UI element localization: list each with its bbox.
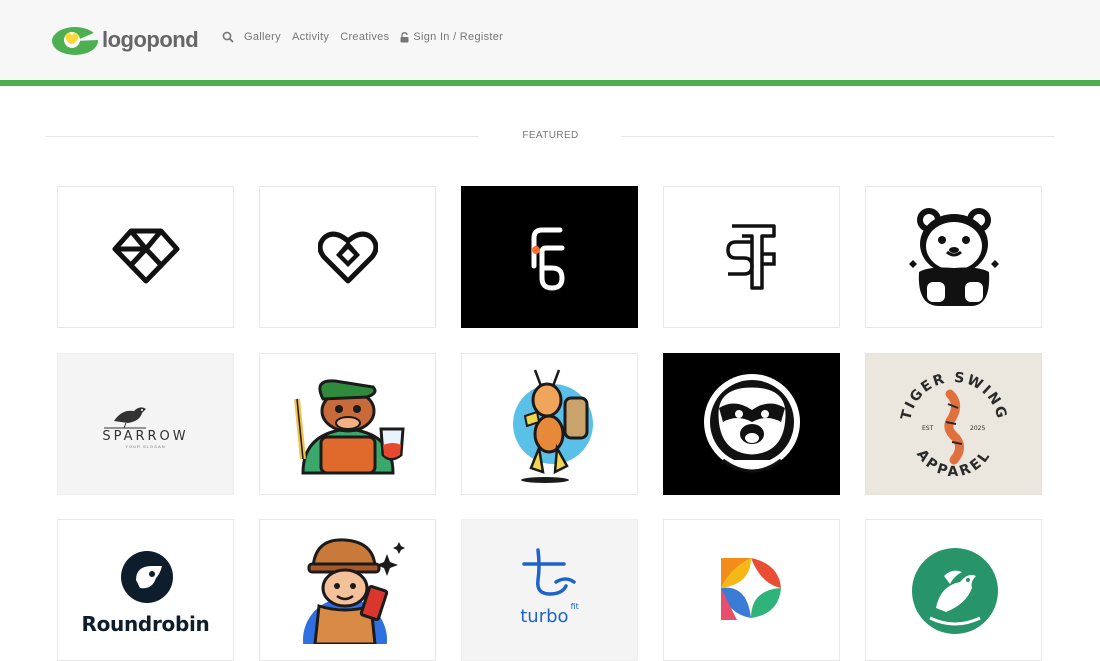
logo-card-heart-knot[interactable] [259, 186, 436, 328]
painter-boy-mascot-logo [303, 538, 405, 644]
brand-name: logopond [102, 27, 199, 52]
colorful-petal-d-logo [721, 558, 781, 620]
lock-icon [400, 31, 409, 43]
logo-card-painter-dog[interactable] [259, 353, 436, 495]
logo-card-f-mark[interactable] [461, 186, 638, 328]
logo-card-raccoon[interactable] [663, 353, 840, 495]
heart-knot-logo [317, 231, 378, 284]
sparrow-slogan: YOUR SLOGAN [125, 444, 166, 449]
header-accent-bar [0, 80, 1100, 86]
signin-label: Sign In / Register [413, 31, 504, 43]
sf-monogram-logo [725, 224, 776, 290]
letter-f-mark-logo [531, 227, 565, 291]
nav-gallery[interactable]: Gallery [244, 31, 281, 43]
turbofit-name: turbo [520, 606, 569, 627]
roundrobin-wordmark: Roundrobin [81, 612, 210, 636]
sparrow-logo: SPARROW YOUR SLOGAN [102, 399, 188, 449]
featured-label: FEATURED [522, 130, 579, 141]
main-nav: Gallery Activity Creatives Sign In / Reg… [222, 31, 503, 43]
logo-card-geometric-heart[interactable] [57, 186, 234, 328]
logopond-logo[interactable]: logopond [50, 22, 199, 58]
green-bird-emblem-logo [912, 548, 998, 634]
logo-card-tiger-mascot[interactable] [865, 186, 1042, 328]
logo-card-tiger-swing[interactable]: TIGER SWING APPAREL EST 2025 [865, 353, 1042, 495]
logo-card-sparrow[interactable]: SPARROW YOUR SLOGAN [57, 353, 234, 495]
ant-mascot-logo [512, 369, 593, 483]
turbofit-superscript: fit [570, 602, 579, 611]
painter-dog-mascot-logo [293, 379, 405, 475]
lily-pad-icon [52, 27, 98, 55]
featured-section-heading: FEATURED [46, 128, 1055, 146]
tiger-swing-year: 2025 [970, 425, 985, 432]
logo-card-sf-monogram[interactable] [663, 186, 840, 328]
tiger-mascot-logo [908, 208, 999, 306]
sparrow-bird-icon [104, 407, 147, 429]
nav-activity[interactable]: Activity [292, 31, 329, 43]
tiger-swing-est: EST [922, 425, 934, 432]
logo-card-ant-mascot[interactable] [461, 353, 638, 495]
nav-creatives[interactable]: Creatives [340, 31, 389, 43]
turbofit-symbol-icon [522, 548, 576, 596]
geometric-diamond-logo [112, 228, 179, 284]
signin-register-link[interactable]: Sign In / Register [400, 31, 503, 43]
sparrow-wordmark: SPARROW [102, 429, 189, 444]
turbofit-wordmark: turbo fit [462, 602, 637, 627]
tiger-swing-apparel-logo: TIGER SWING APPAREL EST 2025 [898, 370, 1007, 480]
search-icon[interactable] [222, 31, 234, 43]
roundrobin-bird-icon [121, 551, 173, 603]
raccoon-mascot-logo [703, 374, 800, 473]
